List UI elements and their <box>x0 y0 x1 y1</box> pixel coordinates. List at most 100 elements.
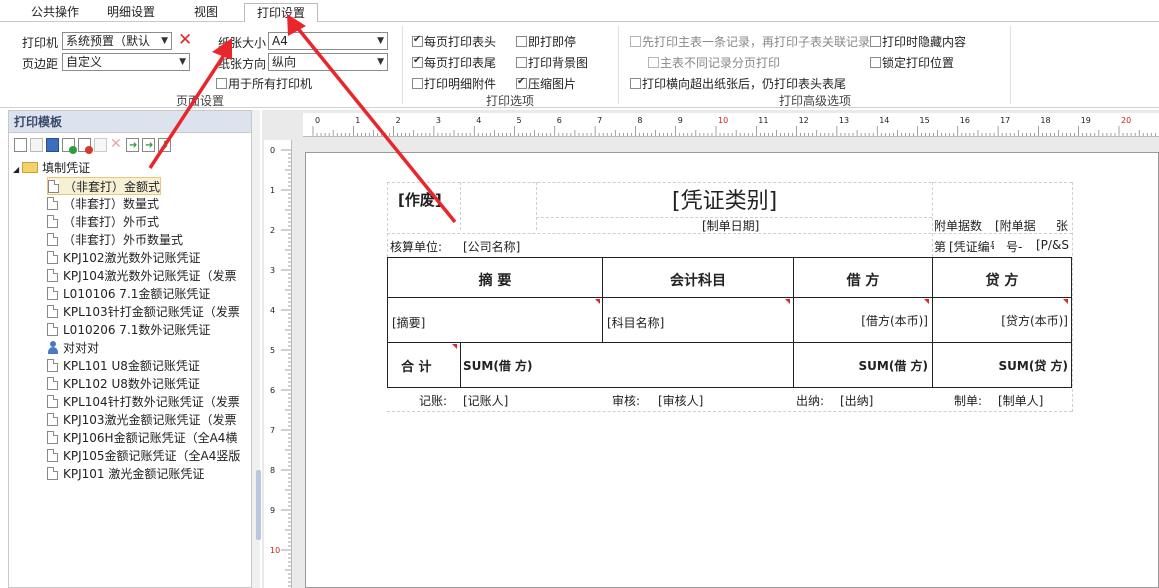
template-item[interactable]: （非套打）金额式 <box>47 177 162 195</box>
cashier-label[interactable]: 出纳: <box>796 392 824 409</box>
margin-select[interactable]: 自定义 ▼ <box>62 53 190 71</box>
tree-root[interactable]: ◢ 填制凭证 <box>13 159 90 177</box>
hide-content-checkbox[interactable]: 打印时隐藏内容 <box>870 33 966 50</box>
print-attachments-checkbox[interactable]: 打印明细附件 <box>412 75 496 92</box>
ruler-number: 13 <box>839 116 849 125</box>
template-item[interactable]: KPJ102激光数外记账凭证 <box>47 249 201 267</box>
tab-detail-settings[interactable]: 明细设置 <box>100 3 162 22</box>
template-item[interactable]: KPL104针打数外记账凭证（发票 <box>47 393 240 411</box>
attach-value[interactable]: [附单据 <box>995 217 1041 234</box>
header-account[interactable]: 会计科目 <box>603 270 793 290</box>
header-each-page-checkbox[interactable]: 每页打印表头 <box>412 33 496 50</box>
auditor-label[interactable]: 审核: <box>612 392 640 409</box>
unit-label[interactable]: 核算单位: <box>390 238 442 255</box>
template-item[interactable]: KPJ105金额记账凭证（全A4竖版 <box>47 447 240 465</box>
ruler-number: 3 <box>436 116 441 125</box>
voucher-no-value[interactable]: [凭证编号 <box>949 238 994 255</box>
tab-common[interactable]: 公共操作 <box>25 3 85 22</box>
print-header-overflow-checkbox[interactable]: 打印横向超出纸张后，仍打印表头表尾 <box>630 75 846 92</box>
splitter-handle[interactable] <box>256 470 261 540</box>
template-item[interactable]: L010106 7.1金额记账凭证 <box>47 285 210 303</box>
row-account[interactable]: [科目名称] <box>607 314 664 331</box>
vertical-ruler: 0 1 2 3 4 5 6 7 8 9 10 <box>264 140 292 588</box>
total-formula[interactable]: SUM(借 方) <box>463 357 532 374</box>
attach-label[interactable]: 附单据数 <box>934 217 982 234</box>
void-label[interactable]: [作废] <box>398 189 442 210</box>
template-item[interactable]: KPJ104激光数外记账凭证（发票 <box>47 267 237 285</box>
user-icon <box>47 341 59 354</box>
paper-size-select[interactable]: A4 ▼ <box>268 32 388 50</box>
expand-icon[interactable]: ◢ <box>13 165 19 174</box>
ruler-number: 3 <box>270 266 275 275</box>
ruler-number: 9 <box>678 116 683 125</box>
clear-printer-icon[interactable]: ✕ <box>178 30 192 50</box>
use-all-printers-checkbox[interactable]: 用于所有打印机 <box>216 75 312 92</box>
template-item[interactable]: KPL103针打金额记账凭证（发票 <box>47 303 240 321</box>
voucher-paper[interactable]: [作废] [凭证类别] [制单日期] 附单据数 [附单据 张 核算单位: [公司… <box>305 152 1159 588</box>
attach-unit[interactable]: 张 <box>1056 217 1068 234</box>
template-item[interactable]: 对对对 <box>47 339 99 357</box>
voucher-no-suffix[interactable]: 号- <box>1006 238 1022 255</box>
header-debit[interactable]: 借 方 <box>794 270 932 290</box>
template-item[interactable]: KPL102 U8数外记账凭证 <box>47 375 200 393</box>
export-icon[interactable]: ➜ <box>142 138 155 152</box>
tab-print-settings[interactable]: 打印设置 <box>244 3 318 23</box>
template-item[interactable]: KPJ101 激光金额记账凭证 <box>47 465 204 483</box>
lock-position-checkbox[interactable]: 锁定打印位置 <box>870 54 954 71</box>
save-icon[interactable] <box>46 138 59 152</box>
total-credit[interactable]: SUM(贷 方) <box>933 357 1068 374</box>
doc-delete-icon[interactable] <box>78 138 93 154</box>
bookkeeper-value[interactable]: [记账人] <box>463 392 508 409</box>
doc-edit-disabled-icon[interactable] <box>94 138 107 152</box>
header-summary[interactable]: 摘 要 <box>388 270 602 290</box>
maker-label[interactable]: 制单: <box>954 392 982 409</box>
document-icon <box>47 323 58 336</box>
unit-value[interactable]: [公司名称] <box>463 238 520 255</box>
template-item[interactable]: （非套打）外币数量式 <box>47 231 183 249</box>
print-main-first-checkbox[interactable]: 先打印主表一条记录，再打印子表关联记录 <box>630 33 870 50</box>
voucher-title[interactable]: [凭证类别] <box>672 183 777 215</box>
template-item-label: （非套打）金额式 <box>64 180 161 194</box>
auditor-value[interactable]: [审核人] <box>658 392 703 409</box>
voucher-no-label[interactable]: 第 <box>934 238 946 255</box>
print-immediately-checkbox[interactable]: 即打即停 <box>516 33 576 50</box>
table-border <box>460 342 461 388</box>
delete-disabled-icon[interactable]: ✕ <box>110 136 122 152</box>
new-doc-icon[interactable] <box>14 138 27 152</box>
row-credit[interactable]: [贷方(本币)] <box>933 312 1068 329</box>
bookkeeper-label[interactable]: 记账: <box>419 392 447 409</box>
printer-select[interactable]: 系统预置（默认 ▼ <box>62 32 172 50</box>
import-icon[interactable]: ➜ <box>126 138 139 152</box>
document-icon <box>47 305 58 318</box>
template-item[interactable]: KPJ106H金额记账凭证（全A4横 <box>47 429 237 447</box>
cashier-value[interactable]: [出纳] <box>840 392 873 409</box>
template-item[interactable]: （非套打）外币式 <box>47 213 159 231</box>
voucher-date[interactable]: [制单日期] <box>702 217 759 234</box>
template-item-label: KPJ105金额记账凭证（全A4竖版 <box>63 449 241 463</box>
header-credit[interactable]: 贷 方 <box>933 270 1071 290</box>
ribbon: 打印机 系统预置（默认 ▼ ✕ 页边距 自定义 ▼ 纸张大小 A4 ▼ 纸张方向 纵向… <box>0 22 1159 108</box>
total-debit[interactable]: SUM(借 方) <box>794 357 928 374</box>
edit-doc-icon[interactable] <box>30 138 43 152</box>
template-item[interactable]: KPJ103激光金额记账凭证（发票 <box>47 411 237 429</box>
row-summary[interactable]: [摘要] <box>392 314 425 331</box>
download-icon[interactable]: ⬇ <box>158 138 171 152</box>
page-value[interactable]: [P/&S <box>1036 238 1072 252</box>
doc-check-icon[interactable] <box>62 138 77 154</box>
main-diff-page-checkbox[interactable]: 主表不同记录分页打印 <box>648 54 780 71</box>
ruler-number: 1 <box>270 186 275 195</box>
maker-value[interactable]: [制单人] <box>998 392 1043 409</box>
template-item-label: L010106 7.1金额记账凭证 <box>63 287 211 301</box>
print-background-checkbox[interactable]: 打印背景图 <box>516 54 588 71</box>
tab-view[interactable]: 视图 <box>180 3 232 22</box>
template-item[interactable]: KPL101 U8金额记账凭证 <box>47 357 200 375</box>
row-debit[interactable]: [借方(本币)] <box>794 312 928 329</box>
guide-line <box>932 182 933 257</box>
template-item[interactable]: L010206 7.1数外记账凭证 <box>47 321 210 339</box>
compress-image-checkbox[interactable]: 压缩图片 <box>516 75 576 92</box>
total-label[interactable]: 合 计 <box>401 356 432 375</box>
template-item[interactable]: （非套打）数量式 <box>47 195 159 213</box>
orientation-select[interactable]: 纵向 ▼ <box>268 53 388 71</box>
ruler-number: 20 <box>1121 116 1131 125</box>
footer-each-page-checkbox[interactable]: 每页打印表尾 <box>412 54 496 71</box>
